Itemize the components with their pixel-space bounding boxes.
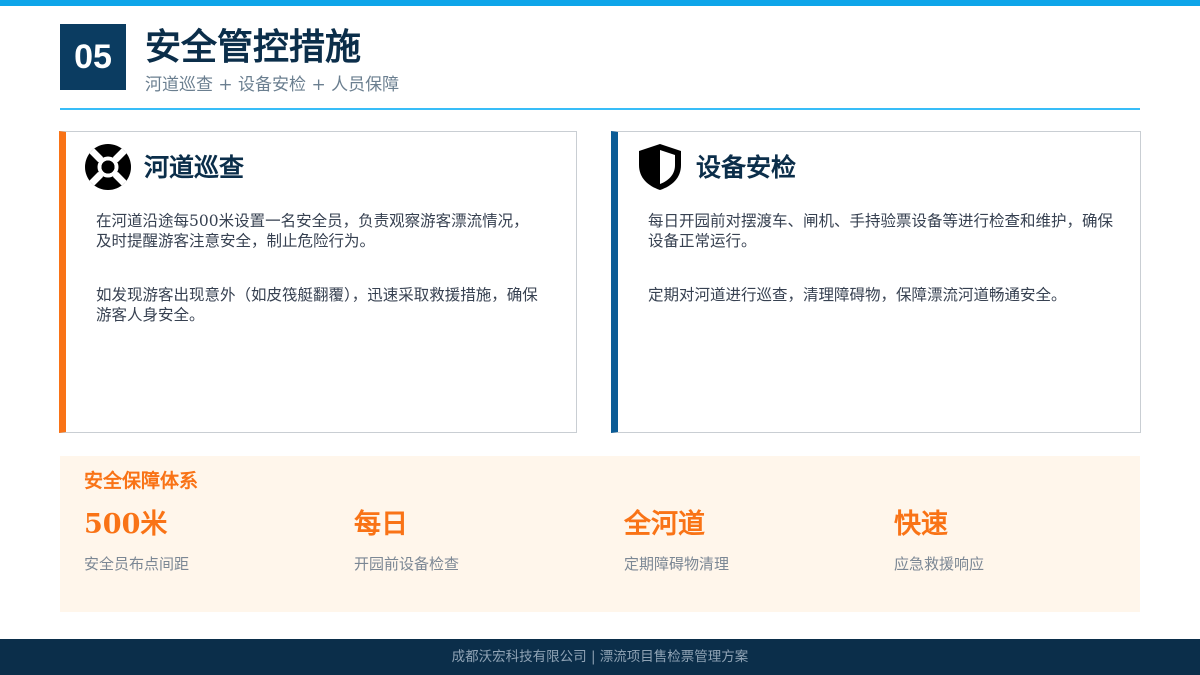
page-title: 安全管控措施 [145,26,362,68]
card-title: 河道巡查 [144,153,245,182]
lifebuoy-icon [84,143,132,191]
shield-icon [636,143,684,191]
header-divider [60,108,1140,110]
stat-value: 快速 [894,509,948,540]
page-subtitle: 河道巡查 + 设备安检 + 人员保障 [145,75,400,95]
safety-system-panel: 安全保障体系 500米 安全员布点间距 每日 开园前设备检查 全河道 定期障碍物… [60,456,1140,612]
stat-label: 开园前设备检查 [354,555,460,573]
stat-value: 全河道 [624,509,705,540]
section-number-badge: 05 [60,24,126,90]
card-paragraph: 在河道沿途每500米设置一名安全员，负责观察游客漂流情况，及时提醒游客注意安全，… [96,212,529,250]
stat-label: 定期障碍物清理 [624,555,730,573]
stat-value: 500米 [84,509,168,540]
card-equipment-inspection: 设备安检 每日开园前对摆渡车、闸机、手持验票设备等进行检查和维护，确保设备正常运… [611,131,1141,433]
stat-label: 安全员布点间距 [84,555,190,573]
top-accent-bar [0,0,1200,6]
card-river-patrol: 河道巡查 在河道沿途每500米设置一名安全员，负责观察游客漂流情况，及时提醒游客… [59,131,577,433]
card-title: 设备安检 [696,153,797,182]
stat-item: 每日 开园前设备检查 [354,506,604,574]
footer-text: 成都沃宏科技有限公司 | 漂流项目售检票管理方案 [451,649,749,665]
stat-item: 500米 安全员布点间距 [84,506,334,574]
card-paragraph: 定期对河道进行巡查，清理障碍物，保障漂流河道畅通安全。 [648,286,1067,304]
footer-bar: 成都沃宏科技有限公司 | 漂流项目售检票管理方案 [0,639,1200,675]
card-paragraph: 每日开园前对摆渡车、闸机、手持验票设备等进行检查和维护，确保设备正常运行。 [648,212,1114,250]
stat-item: 快速 应急救援响应 [894,506,1144,574]
card-paragraph: 如发现游客出现意外（如皮筏艇翻覆），迅速采取救援措施，确保游客人身安全。 [96,286,538,324]
stat-value: 每日 [354,509,408,540]
stat-label: 应急救援响应 [894,555,985,573]
stat-item: 全河道 定期障碍物清理 [624,506,874,574]
panel-title: 安全保障体系 [84,470,199,492]
